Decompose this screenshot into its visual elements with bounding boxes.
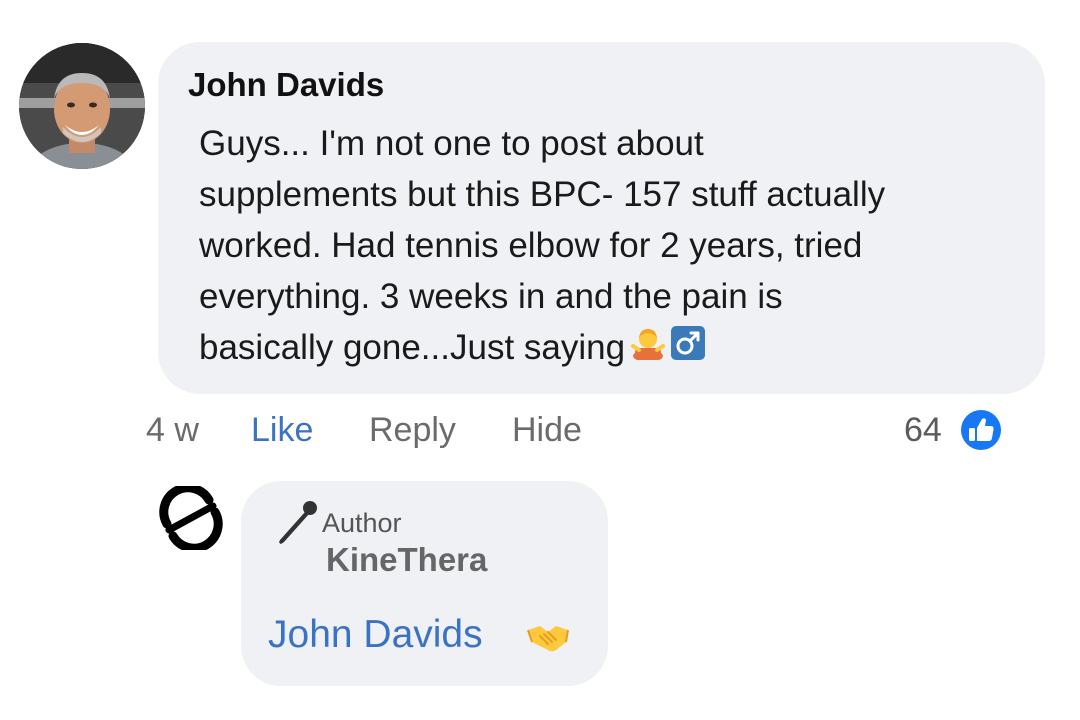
comment-author-name[interactable]: John Davids [188,66,384,104]
comment-text-line: Guys... I'm not one to post about [199,124,704,163]
commenter-avatar[interactable] [19,43,145,169]
comment-text-line: everything. 3 weeks in and the pain is [199,277,783,316]
author-badge-label: Author [322,508,402,538]
reply-author-name[interactable]: KineThera [326,541,487,579]
comment-text: Guys... I'm not one to post about supple… [199,118,1039,377]
mention-link[interactable]: John Davids [268,613,483,657]
comment-text-line: basically gone...Just saying [199,328,626,367]
comment-timestamp[interactable]: 4 w [146,410,199,450]
thumbs-up-icon[interactable] [958,407,1004,453]
male-sign-emoji-icon [671,326,706,377]
comment-text-line: supplements but this BPC- 157 stuff actu… [199,175,886,214]
like-button[interactable]: Like [251,410,313,450]
microphone-icon [274,498,320,546]
handshake-emoji-icon [526,620,570,656]
comment-text-line: worked. Had tennis elbow for 2 years, tr… [199,226,863,265]
person-shrugging-emoji-icon [631,326,666,377]
reply-button[interactable]: Reply [369,410,456,450]
hide-button[interactable]: Hide [512,410,582,450]
comment-text-line-last: basically gone...Just saying [199,322,1039,377]
reaction-count[interactable]: 64 [904,410,942,450]
kinethera-logo-icon[interactable] [159,483,223,553]
avatar-photo-icon [19,43,145,169]
